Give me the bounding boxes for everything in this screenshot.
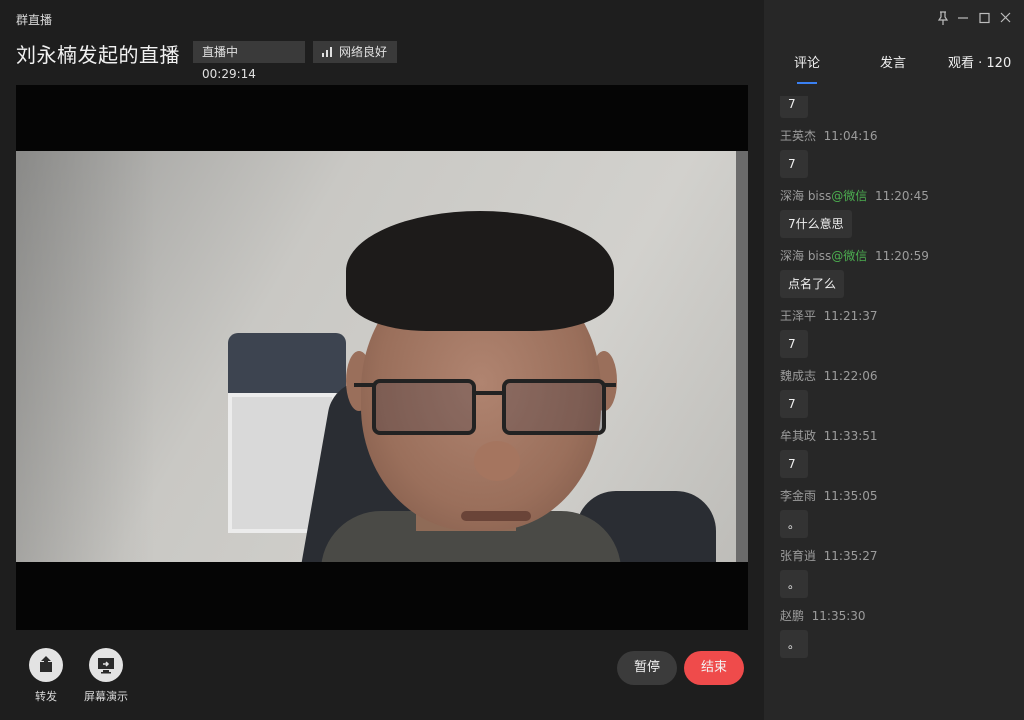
active-tab-indicator <box>797 82 817 84</box>
live-title: 刘永楠发起的直播 <box>16 43 180 67</box>
comment-user: 深海 biss <box>780 189 832 203</box>
comment-source: @微信 <box>831 189 868 203</box>
pin-icon[interactable] <box>937 11 949 25</box>
comment-user: 李金雨 <box>780 489 817 503</box>
live-main-panel: 群直播 刘永楠发起的直播 直播中 00:29:14 网络良好 转发 屏幕演示 暂停… <box>0 0 764 720</box>
comment-time: 11:21:37 <box>823 309 878 323</box>
comment-text: 。 <box>780 570 809 598</box>
comment-item: 魏成志 11:22:06 7 <box>780 368 1024 418</box>
comment-text: 。 <box>780 630 809 658</box>
pause-button[interactable]: 暂停 <box>617 651 677 685</box>
comment-user: 王英杰 <box>780 129 817 143</box>
live-duration: 00:29:14 <box>202 67 256 81</box>
app-title: 群直播 <box>16 13 53 27</box>
window-controls <box>934 10 1014 26</box>
comment-meta: 张育逍 11:35:27 <box>780 548 1024 564</box>
comment-user: 牟其政 <box>780 429 817 443</box>
side-panel: 评论 发言 观看 · 120 7 王英杰 11:04:16 7 深海 biss@… <box>764 0 1024 720</box>
comment-meta: 王英杰 11:04:16 <box>780 128 1024 144</box>
comment-item: 深海 biss@微信 11:20:59 点名了么 <box>780 248 1024 298</box>
comment-time: 11:04:16 <box>823 129 878 143</box>
screen-share-label: 屏幕演示 <box>84 690 128 703</box>
comment-text: 7 <box>780 96 808 118</box>
comment-meta: 魏成志 11:22:06 <box>780 368 1024 384</box>
tab-speak[interactable]: 发言 <box>880 52 906 71</box>
comment-text: 点名了么 <box>780 270 845 298</box>
comment-source: @微信 <box>831 249 868 263</box>
comment-meta: 深海 biss@微信 11:20:59 <box>780 248 1024 264</box>
comment-user: 魏成志 <box>780 369 817 383</box>
comment-time: 11:20:59 <box>874 249 929 263</box>
comment-time: 11:20:45 <box>874 189 929 203</box>
comment-time: 11:35:27 <box>823 549 878 563</box>
end-button[interactable]: 结束 <box>684 651 744 685</box>
comment-item: 赵鹏 11:35:30 。 <box>780 608 1024 658</box>
comment-time: 11:35:30 <box>811 609 866 623</box>
comment-user: 深海 biss <box>780 249 832 263</box>
comment-time: 11:35:05 <box>823 489 878 503</box>
comment-meta: 李金雨 11:35:05 <box>780 488 1024 504</box>
maximize-icon[interactable] <box>979 12 990 24</box>
forward-label: 转发 <box>35 690 57 703</box>
screen-share-icon <box>98 658 114 674</box>
signal-icon <box>322 46 333 57</box>
tab-viewers[interactable]: 观看 · 120 <box>948 52 1011 71</box>
comment-user: 赵鹏 <box>780 609 805 623</box>
comment-text: 7 <box>780 450 808 478</box>
comment-item: 深海 biss@微信 11:20:45 7什么意思 <box>780 188 1024 238</box>
comment-time: 11:33:51 <box>823 429 878 443</box>
comment-item: 李金雨 11:35:05 。 <box>780 488 1024 538</box>
comment-item: 王泽平 11:21:37 7 <box>780 308 1024 358</box>
share-icon <box>40 656 52 672</box>
tab-comments[interactable]: 评论 <box>794 52 820 71</box>
screen-share-button[interactable] <box>89 648 123 682</box>
comment-user: 张育逍 <box>780 549 817 563</box>
network-status-badge: 网络良好 <box>313 41 397 63</box>
network-status-label: 网络良好 <box>339 45 388 59</box>
comment-meta: 赵鹏 11:35:30 <box>780 608 1024 624</box>
comment-text: 7 <box>780 390 808 418</box>
comment-text: 7 <box>780 330 808 358</box>
comment-meta: 王泽平 11:21:37 <box>780 308 1024 324</box>
close-icon[interactable] <box>1000 12 1011 23</box>
comment-item: 王英杰 11:04:16 7 <box>780 128 1024 178</box>
live-video[interactable] <box>16 85 748 630</box>
live-status-label: 直播中 <box>202 45 239 59</box>
comment-item: 牟其政 11:33:51 7 <box>780 428 1024 478</box>
comment-text: 。 <box>780 510 809 538</box>
comment-text: 7什么意思 <box>780 210 852 238</box>
comment-meta: 深海 biss@微信 11:20:45 <box>780 188 1024 204</box>
comment-time: 11:22:06 <box>823 369 878 383</box>
comment-item: 张育逍 11:35:27 。 <box>780 548 1024 598</box>
forward-button[interactable] <box>29 648 63 682</box>
side-tabs: 评论 发言 观看 · 120 <box>764 52 1024 86</box>
comment-user: 王泽平 <box>780 309 817 323</box>
comment-text: 7 <box>780 150 808 178</box>
comment-item: 7 <box>780 96 1024 118</box>
video-frame <box>16 151 748 562</box>
live-status-badge: 直播中 00:29:14 <box>193 41 305 81</box>
comment-meta: 牟其政 11:33:51 <box>780 428 1024 444</box>
comment-list[interactable]: 7 王英杰 11:04:16 7 深海 biss@微信 11:20:45 7什么… <box>764 96 1024 720</box>
